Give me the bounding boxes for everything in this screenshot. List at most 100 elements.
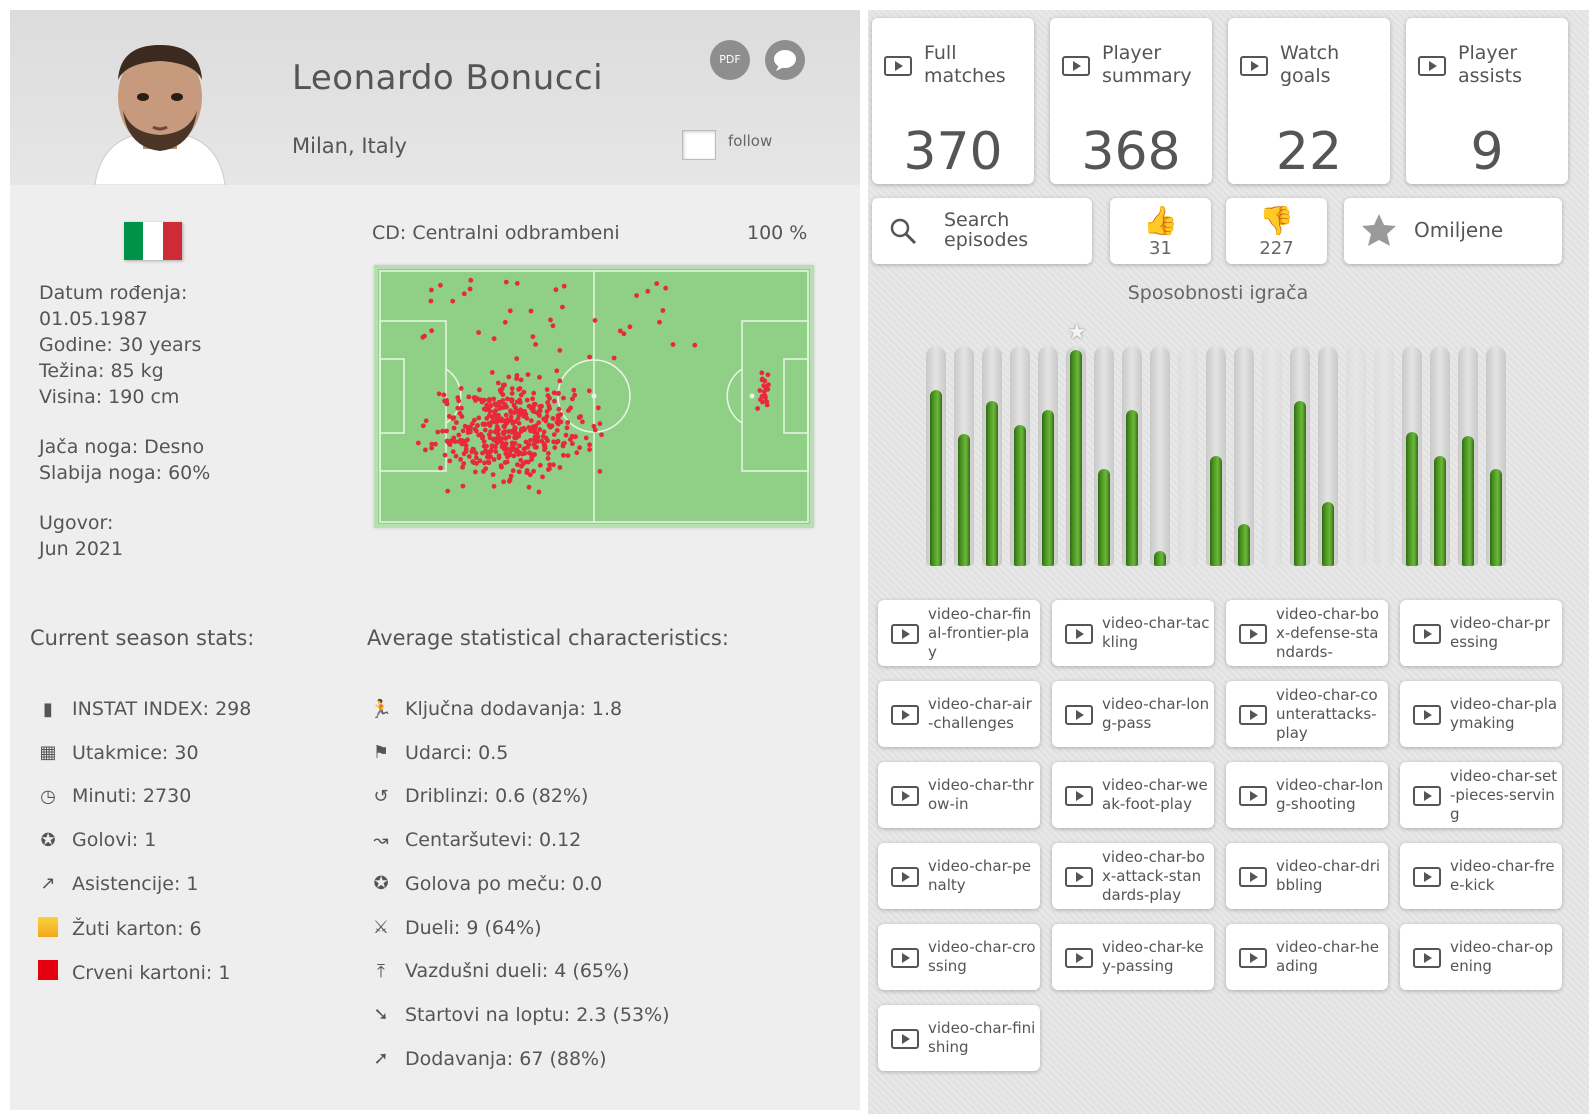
like-button[interactable]: 👍 31 (1110, 198, 1211, 264)
heat-dot (482, 427, 488, 433)
heat-dot (491, 336, 497, 342)
speech-bubble-icon (774, 50, 796, 71)
heat-dot (755, 406, 760, 411)
video-char-button[interactable]: video-char-throw-in (878, 762, 1040, 828)
heat-dot (517, 443, 522, 449)
video-card-player-summary[interactable]: Player summary 368 (1050, 18, 1212, 184)
video-card-player-assists[interactable]: Player assists 9 (1406, 18, 1568, 184)
heat-dot (548, 317, 553, 323)
video-char-button[interactable]: video-char-free-kick (1400, 843, 1562, 909)
heat-dot (554, 428, 560, 433)
heat-dot (517, 450, 523, 456)
comment-icon[interactable] (765, 40, 805, 80)
heat-dot (497, 387, 503, 393)
heat-dot (532, 444, 538, 450)
heat-dot (501, 424, 507, 429)
search-episodes-button[interactable]: Search episodes (872, 198, 1092, 264)
heat-dot (440, 428, 445, 434)
dislike-button[interactable]: 👎 227 (1226, 198, 1327, 264)
season-stat-row: ↗ Asistencije: 1 (34, 873, 198, 895)
italy-flag-icon (124, 222, 182, 260)
heat-dot (525, 372, 531, 377)
heat-dot (552, 445, 558, 450)
video-char-button[interactable]: video-char-counterattacks-play (1226, 681, 1388, 747)
heat-dot (550, 323, 556, 329)
video-char-label: video-char-crossing (928, 938, 1036, 975)
heat-dot (561, 283, 567, 289)
pdf-icon[interactable]: PDF (710, 40, 750, 80)
heat-dot (556, 390, 561, 396)
heat-dot (528, 437, 533, 443)
heat-dot (546, 467, 551, 472)
ability-bar (1262, 346, 1282, 566)
favorites-button[interactable]: Omiljene (1344, 198, 1562, 264)
play-icon (1240, 56, 1268, 76)
heat-dot (587, 442, 592, 448)
heat-dot (511, 445, 516, 451)
video-char-button[interactable]: video-char-opening (1400, 924, 1562, 990)
heat-dot (454, 420, 459, 425)
video-char-button[interactable]: video-char-crossing (878, 924, 1040, 990)
video-char-button[interactable]: video-char-dribbling (1226, 843, 1388, 909)
heat-dot (513, 435, 519, 441)
average-stat-text: Udarci: 0.5 (405, 741, 509, 764)
video-char-button[interactable]: video-char-tackling (1052, 600, 1214, 666)
video-char-button[interactable]: video-char-finishing (878, 1005, 1040, 1071)
video-char-button[interactable]: video-char-long-pass (1052, 681, 1214, 747)
heat-dot (571, 387, 577, 393)
heat-dot (429, 328, 434, 334)
heat-dot (486, 432, 492, 437)
ability-bar (1122, 346, 1142, 566)
video-char-button[interactable]: video-char-heading (1226, 924, 1388, 990)
follow-checkbox[interactable] (682, 130, 716, 160)
play-icon (1239, 705, 1267, 725)
heat-dot (553, 287, 559, 293)
heat-dot (438, 282, 443, 288)
heat-dot (499, 440, 505, 446)
heat-dot (460, 428, 466, 434)
video-char-button[interactable]: video-char-final-frontier-play (878, 600, 1040, 666)
play-icon (1239, 948, 1267, 968)
video-char-button[interactable]: video-char-key-passing (1052, 924, 1214, 990)
heat-dot (492, 401, 498, 406)
ability-bar-fill (1406, 432, 1418, 566)
ability-bar-fill (1126, 410, 1138, 566)
video-char-button[interactable]: video-char-set-pieces-serving (1400, 762, 1562, 828)
heat-dot (526, 442, 532, 447)
play-icon (1062, 56, 1090, 76)
heat-dot (533, 342, 538, 347)
tackle-icon: ➘ (373, 1004, 389, 1026)
heat-dot (530, 408, 536, 414)
air-duel-icon: ⤒ (377, 960, 385, 982)
heat-dot (451, 425, 457, 431)
video-char-button[interactable]: video-char-weak-foot-play (1052, 762, 1214, 828)
video-char-button[interactable]: video-char-pressing (1400, 600, 1562, 666)
video-char-button[interactable]: video-char-playmaking (1400, 681, 1562, 747)
ability-bar (1066, 346, 1086, 566)
season-stat-text: Minuti: 2730 (72, 785, 192, 808)
heat-dot (540, 434, 546, 439)
video-char-button[interactable]: video-char-penalty (878, 843, 1040, 909)
video-char-label: video-char-pressing (1450, 614, 1550, 651)
video-card-watch-goals[interactable]: Watch goals 22 (1228, 18, 1390, 184)
play-icon (1239, 624, 1267, 644)
heat-dot (570, 396, 575, 402)
heat-dot (583, 435, 589, 441)
heat-dot (465, 437, 470, 443)
video-char-button[interactable]: video-char-air-challenges (878, 681, 1040, 747)
season-stat-row: Žuti karton: 6 (34, 916, 202, 942)
ability-bar (1290, 346, 1310, 566)
video-card-label: Watch goals (1280, 42, 1340, 87)
heat-dot (452, 439, 458, 444)
ability-bar-fill (1098, 469, 1110, 566)
video-char-button[interactable]: video-char-long-shooting (1226, 762, 1388, 828)
heat-dot (764, 399, 770, 405)
heat-dot (654, 281, 660, 286)
heat-dot (526, 484, 532, 490)
video-card-full-matches[interactable]: Full matches 370 (872, 18, 1034, 184)
video-char-button[interactable]: video-char-box-attack-standards-play (1052, 843, 1214, 909)
video-char-button[interactable]: video-char-box-defense-standards- (1226, 600, 1388, 666)
play-icon (891, 948, 919, 968)
heat-dot (442, 452, 448, 458)
heat-dot (543, 418, 549, 424)
